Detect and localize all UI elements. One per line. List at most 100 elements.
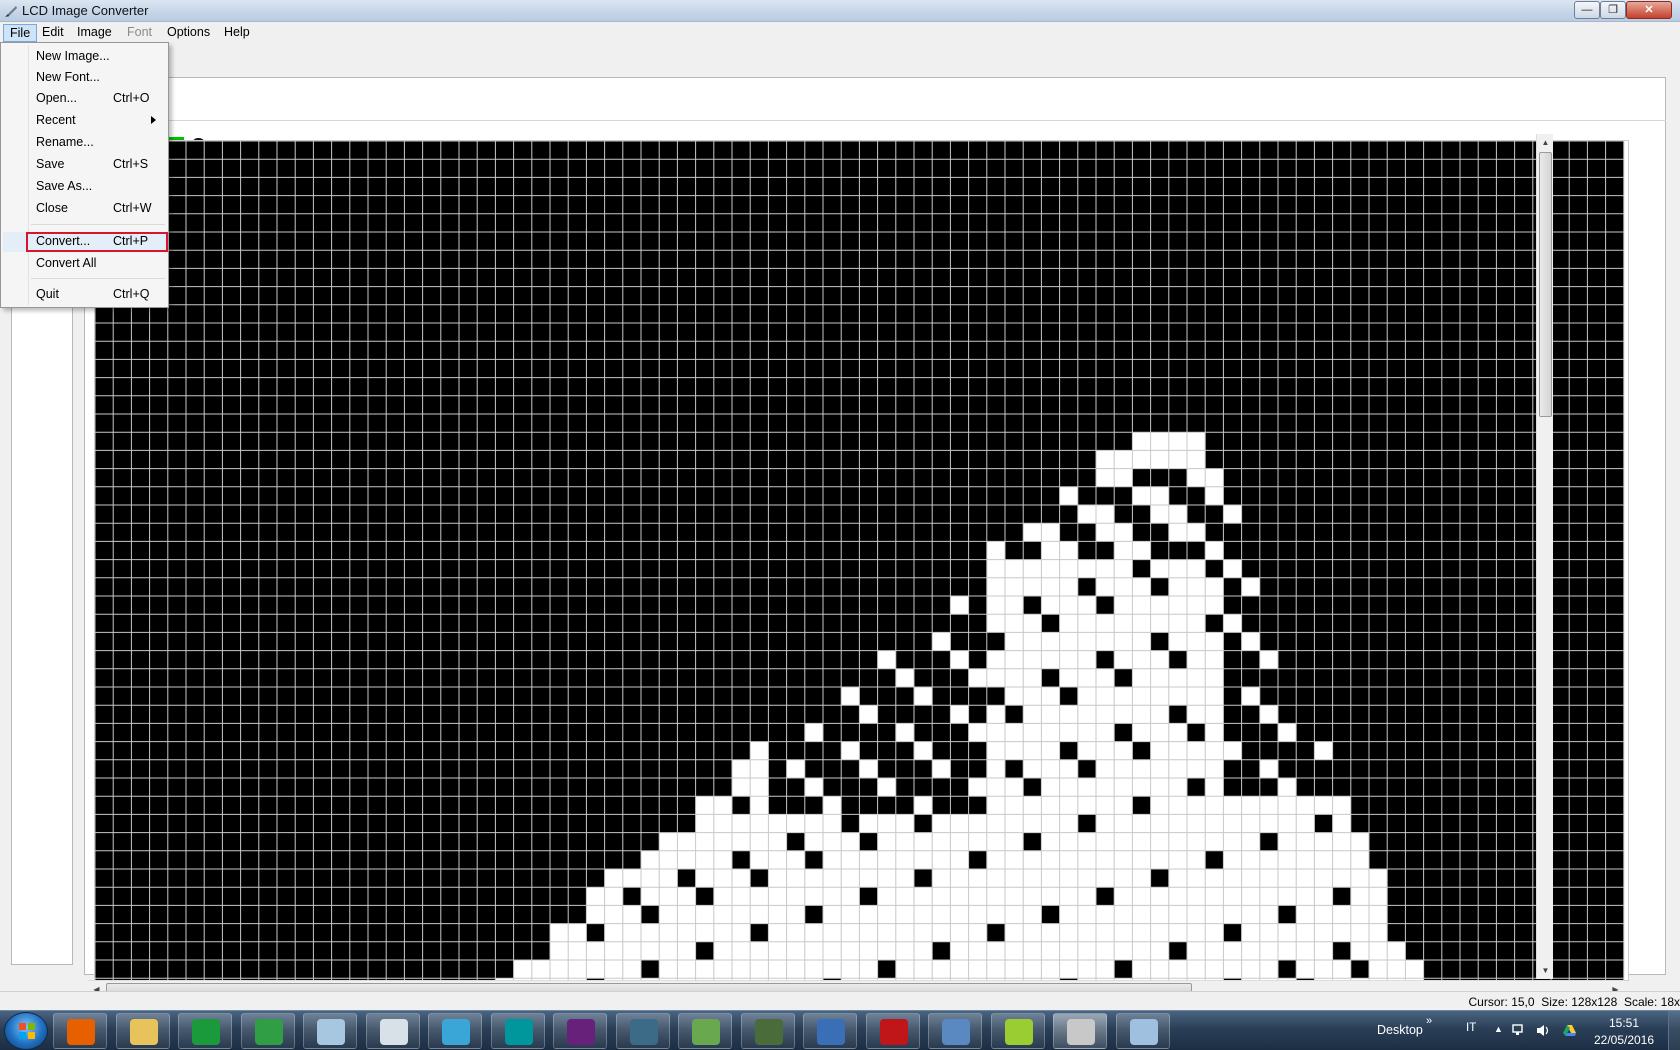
pixel-cell[interactable] <box>1114 796 1133 815</box>
pixel-cell[interactable] <box>695 850 714 869</box>
pixel-cell[interactable] <box>1187 687 1206 706</box>
pixel-cell[interactable] <box>750 905 769 924</box>
pixel-cell[interactable] <box>732 778 751 797</box>
pixel-cell[interactable] <box>641 923 660 942</box>
pixel-cell[interactable] <box>1314 741 1333 760</box>
pixel-cell[interactable] <box>1005 941 1024 960</box>
pixel-cell[interactable] <box>1205 832 1224 851</box>
pixel-cell[interactable] <box>895 869 914 888</box>
pixel-cell[interactable] <box>1205 596 1224 615</box>
pixel-cell[interactable] <box>1023 723 1042 742</box>
pixel-cell[interactable] <box>1259 887 1278 906</box>
pixel-cell[interactable] <box>641 887 660 906</box>
pixel-cell[interactable] <box>1296 832 1315 851</box>
pixel-cell[interactable] <box>1168 559 1187 578</box>
pixel-cell[interactable] <box>986 577 1005 596</box>
pixel-cell[interactable] <box>1005 778 1024 797</box>
pixel-cell[interactable] <box>968 923 987 942</box>
pixel-cell[interactable] <box>786 869 805 888</box>
pixel-cell[interactable] <box>1059 559 1078 578</box>
pixel-cell[interactable] <box>713 850 732 869</box>
pixel-cell[interactable] <box>1096 923 1115 942</box>
pixel-cell[interactable] <box>695 814 714 833</box>
pixel-cell[interactable] <box>1332 923 1351 942</box>
pixel-cell[interactable] <box>1241 869 1260 888</box>
pixel-cell[interactable] <box>1005 596 1024 615</box>
desktop-toolbar-label[interactable]: Desktop <box>1377 1023 1423 1037</box>
pixel-cell[interactable] <box>659 869 678 888</box>
pixel-cell[interactable] <box>1096 577 1115 596</box>
menu-item-new-font[interactable]: New Font... <box>3 68 167 88</box>
pixel-cell[interactable] <box>586 960 605 979</box>
pixel-cell[interactable] <box>768 869 787 888</box>
pixel-cell[interactable] <box>622 869 641 888</box>
pixel-cell[interactable] <box>1332 796 1351 815</box>
pixel-cell[interactable] <box>1150 778 1169 797</box>
pixel-cell[interactable] <box>568 941 587 960</box>
pixel-cell[interactable] <box>1023 687 1042 706</box>
pixel-cell[interactable] <box>1132 869 1151 888</box>
pixel-cell[interactable] <box>1150 905 1169 924</box>
pixel-cell[interactable] <box>1005 887 1024 906</box>
pixel-cell[interactable] <box>914 905 933 924</box>
pixel-cell[interactable] <box>1059 614 1078 633</box>
pixel-cell[interactable] <box>804 814 823 833</box>
pixel-cell[interactable] <box>1350 869 1369 888</box>
pixel-cell[interactable] <box>1187 614 1206 633</box>
pixel-cell[interactable] <box>1132 632 1151 651</box>
pixel-cell[interactable] <box>1150 832 1169 851</box>
pixel-cell[interactable] <box>1096 668 1115 687</box>
pixel-cell[interactable] <box>914 832 933 851</box>
pixel-cell[interactable] <box>823 869 842 888</box>
pixel-cell[interactable] <box>1077 705 1096 724</box>
pixel-cell[interactable] <box>695 960 714 979</box>
pixel-cell[interactable] <box>695 869 714 888</box>
pixel-cell[interactable] <box>732 832 751 851</box>
pixel-cell[interactable] <box>986 723 1005 742</box>
pixel-cell[interactable] <box>1077 687 1096 706</box>
pixel-cell[interactable] <box>1059 832 1078 851</box>
pixel-cell[interactable] <box>750 832 769 851</box>
pixel-cell[interactable] <box>1369 869 1388 888</box>
pixel-cell[interactable] <box>1041 705 1060 724</box>
pixel-cell[interactable] <box>659 850 678 869</box>
pixel-cell[interactable] <box>1041 850 1060 869</box>
pixel-cell[interactable] <box>1150 923 1169 942</box>
pixel-cell[interactable] <box>895 960 914 979</box>
pixel-cell[interactable] <box>1132 687 1151 706</box>
pixel-cell[interactable] <box>1077 887 1096 906</box>
pixel-cell[interactable] <box>1168 577 1187 596</box>
pixel-cell[interactable] <box>1187 632 1206 651</box>
taskbar-app-button[interactable] <box>303 1013 357 1049</box>
pixel-cell[interactable] <box>1150 486 1169 505</box>
pixel-cell[interactable] <box>804 869 823 888</box>
pixel-cell[interactable] <box>750 778 769 797</box>
pixel-cell[interactable] <box>1096 905 1115 924</box>
pixel-cell[interactable] <box>877 778 896 797</box>
pixel-cell[interactable] <box>1223 905 1242 924</box>
pixel-cell[interactable] <box>968 941 987 960</box>
pixel-cell[interactable] <box>622 905 641 924</box>
pixel-cell[interactable] <box>895 814 914 833</box>
taskbar-app-button[interactable] <box>1053 1013 1107 1049</box>
pixel-cell[interactable] <box>986 850 1005 869</box>
pixel-cell[interactable] <box>732 814 751 833</box>
pixel-cell[interactable] <box>768 941 787 960</box>
pixel-cell[interactable] <box>1314 850 1333 869</box>
pixel-cell[interactable] <box>1387 941 1406 960</box>
vertical-scrollbar[interactable]: ▲ ▼ <box>1536 134 1553 979</box>
pixel-cell[interactable] <box>1259 850 1278 869</box>
pixel-cell[interactable] <box>1059 541 1078 560</box>
pixel-cell[interactable] <box>1059 705 1078 724</box>
pixel-cell[interactable] <box>1077 850 1096 869</box>
pixel-cell[interactable] <box>695 832 714 851</box>
pixel-cell[interactable] <box>713 869 732 888</box>
pixel-cell[interactable] <box>1041 741 1060 760</box>
pixel-cell[interactable] <box>750 814 769 833</box>
pixel-cell[interactable] <box>768 905 787 924</box>
pixel-cell[interactable] <box>1005 650 1024 669</box>
pixel-cell[interactable] <box>1187 468 1206 487</box>
taskbar-app-button[interactable] <box>53 1013 107 1049</box>
pixel-cell[interactable] <box>1132 923 1151 942</box>
pixel-cell[interactable] <box>1005 850 1024 869</box>
